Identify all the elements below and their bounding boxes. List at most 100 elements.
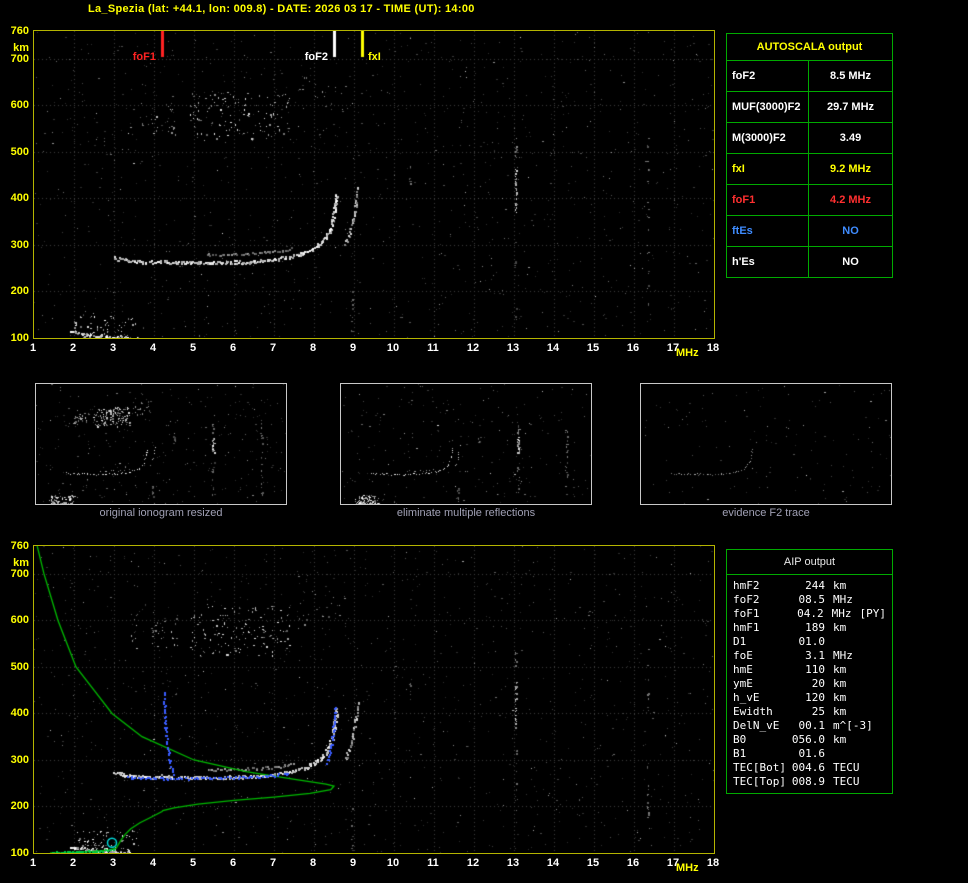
parameter-name: foF2 [727,61,809,91]
thumbnail-original-ionogram [35,383,287,505]
aip-row-hmF2: hmF2244 km [727,579,892,593]
parameter-value: NO [809,216,892,246]
x-axis-label: 4 [142,342,164,354]
autoscala-output-title: AUTOSCALA output [727,34,892,61]
x-axis-label: 3 [102,857,124,869]
x-axis-unit-mhz: MHz [676,347,699,359]
x-axis-label: 5 [182,342,204,354]
aip-value: 189 [789,621,825,635]
aip-unit: km [833,691,846,705]
parameter-name: MUF(3000)F2 [727,92,809,122]
aip-unit: km [833,579,846,593]
y-axis-label: 500 [1,661,29,673]
autoscala-row-ftEs: ftEsNO [727,216,892,247]
aip-row-DelN_vE: DelN_vE00.1m^[-3] [727,719,892,733]
autoscala-row-foF2: foF28.5 MHz [727,61,892,92]
aip-value: 25 [789,705,825,719]
autoscala-row-fxI: fxI9.2 MHz [727,154,892,185]
aip-label: Ewidth [733,705,789,719]
aip-row-B1: B101.6 [727,747,892,761]
aip-output-title: AIP output [727,550,892,575]
aip-row-TEC[Bot]: TEC[Bot]004.6TECU [727,761,892,775]
aip-unit: km [833,705,846,719]
y-axis-label: 600 [1,99,29,111]
y-axis-label: 600 [1,614,29,626]
profile-plot [33,545,715,854]
x-axis-label: 12 [462,342,484,354]
x-axis-label: 11 [422,857,444,869]
y-axis-unit-km: km [1,557,29,569]
x-axis-label: 10 [382,342,404,354]
aip-label: ymE [733,677,789,691]
aip-unit: MHz [833,593,853,607]
x-axis-label: 12 [462,857,484,869]
thumbnail-evidence-canvas [641,384,891,504]
aip-row-B0: B0056.0km [727,733,892,747]
y-axis-label: 400 [1,707,29,719]
aip-row-foE: foE3.1MHz [727,649,892,663]
profile-canvas [34,546,714,853]
aip-label: hmE [733,663,789,677]
y-axis-unit-km: km [1,42,29,54]
x-axis-label: 14 [542,342,564,354]
x-axis-label: 2 [62,342,84,354]
aip-unit: MHz [832,607,852,621]
marker-label-fxI: fxI [368,51,381,63]
parameter-name: M(3000)F2 [727,123,809,153]
y-axis-label: 760 [1,540,29,552]
autoscala-table: foF28.5 MHzMUF(3000)F229.7 MHzM(3000)F23… [727,61,892,277]
parameter-value: 3.49 [809,123,892,153]
aip-label: B0 [733,733,789,747]
aip-value: 056.0 [789,733,825,747]
aip-value: 004.6 [789,761,825,775]
thumbnail-original-canvas [36,384,286,504]
station-date-header: La_Spezia (lat: +44.1, lon: 009.8) - DAT… [88,3,475,15]
x-axis-label: 18 [702,342,724,354]
ionogram-canvas [34,31,714,338]
x-axis-label: 2 [62,857,84,869]
x-axis-label: 1 [22,857,44,869]
autoscala-row-h'Es: h'EsNO [727,247,892,277]
x-axis-label: 13 [502,857,524,869]
aip-value: 01.0 [789,635,825,649]
y-axis-label: 300 [1,239,29,251]
aip-unit: km [833,677,846,691]
y-axis-label: 200 [1,800,29,812]
aip-row-ymE: ymE20 km [727,677,892,691]
x-axis-label: 7 [262,857,284,869]
x-axis-label: 9 [342,342,364,354]
aip-row-hmF1: hmF1189km [727,621,892,635]
x-axis-label: 13 [502,342,524,354]
aip-value: 04.2 [788,607,823,621]
aip-unit: m^[-3] [833,719,873,733]
thumbnail-eliminate-canvas [341,384,591,504]
x-axis-label: 18 [702,857,724,869]
aip-unit: TECU [833,775,860,789]
aip-label: DelN_vE [733,719,789,733]
aip-value: 244 [789,579,825,593]
thumbnail-evidence-f2 [640,383,892,505]
aip-value: 20 [789,677,825,691]
x-axis-label: 15 [582,857,604,869]
aip-row-foF1: foF104.2MHz[PY] [727,607,892,621]
aip-unit: km [833,663,846,677]
aip-row-D1: D101.0 [727,635,892,649]
x-axis-label: 11 [422,342,444,354]
parameter-value: 9.2 MHz [809,154,892,184]
aip-label: hmF2 [733,579,789,593]
x-axis-label: 10 [382,857,404,869]
aip-value: 110 [789,663,825,677]
x-axis-unit-mhz: MHz [676,862,699,874]
x-axis-label: 8 [302,857,324,869]
x-axis-label: 16 [622,342,644,354]
y-axis-label: 300 [1,754,29,766]
aip-label: foF2 [733,593,789,607]
thumbnail-caption-evidence: evidence F2 trace [640,507,892,519]
aip-label: foE [733,649,789,663]
thumbnail-caption-eliminate: eliminate multiple reflections [340,507,592,519]
aip-row-Ewidth: Ewidth25 km [727,705,892,719]
x-axis-label: 6 [222,342,244,354]
aip-value: 01.6 [789,747,825,761]
marker-label-foF1: foF1 [122,51,156,63]
aip-label: TEC[Bot] [733,761,789,775]
